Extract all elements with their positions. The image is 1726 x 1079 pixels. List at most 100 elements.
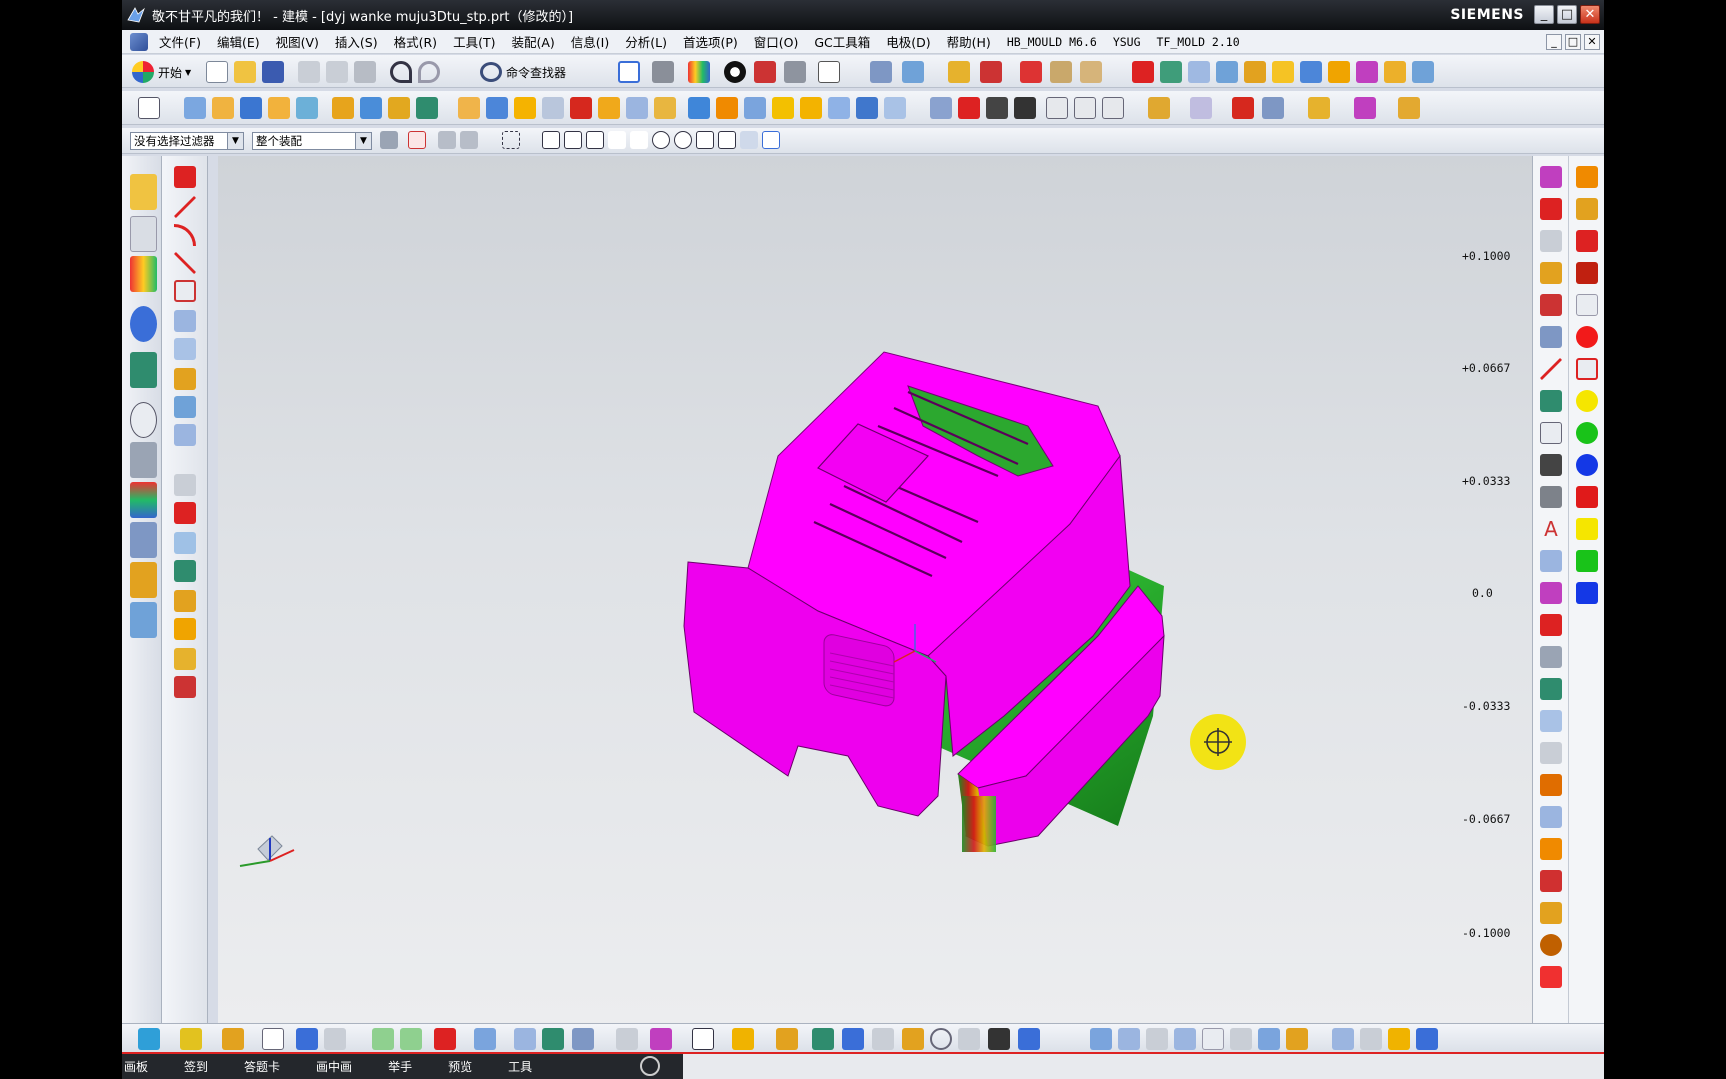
- menu-tools[interactable]: 工具(T): [446, 32, 504, 51]
- hd3d-tools-icon[interactable]: [130, 352, 157, 388]
- arc-icon[interactable]: [174, 224, 196, 246]
- boss-icon[interactable]: [296, 97, 318, 119]
- blue-circle-icon[interactable]: [1576, 454, 1598, 476]
- electrode-report-icon[interactable]: [1540, 294, 1562, 316]
- snap-endpoint-icon[interactable]: [542, 131, 560, 149]
- snap-toggle-icon[interactable]: [408, 131, 426, 149]
- taskbar-tools[interactable]: 工具: [508, 1058, 532, 1075]
- clone-icon[interactable]: [1398, 97, 1420, 119]
- blue-hexagon-icon[interactable]: [1576, 582, 1598, 604]
- standard-part-icon[interactable]: [1356, 61, 1378, 83]
- corner-icon[interactable]: [1102, 97, 1124, 119]
- constraint-navigator-icon[interactable]: [130, 216, 157, 252]
- move-face-icon[interactable]: [958, 97, 980, 119]
- taskbar-preview[interactable]: 预览: [448, 1058, 472, 1075]
- menu-edit[interactable]: 编辑(E): [210, 32, 269, 51]
- reuse-library-icon[interactable]: [130, 306, 157, 342]
- monitor-icon[interactable]: [1018, 1028, 1040, 1050]
- render-style-icon[interactable]: [652, 61, 674, 83]
- taskbar-checkin[interactable]: 签到: [184, 1058, 208, 1075]
- red-cube-icon[interactable]: [1576, 230, 1598, 252]
- redo-icon[interactable]: [418, 61, 440, 83]
- green-circle-icon[interactable]: [1576, 422, 1598, 444]
- display-icon[interactable]: [474, 1028, 496, 1050]
- snap-control-icon[interactable]: [586, 131, 604, 149]
- copy-icon[interactable]: [326, 61, 348, 83]
- component-icon[interactable]: [1190, 97, 1212, 119]
- extract-geometry-icon[interactable]: [174, 560, 196, 582]
- offset-face-icon[interactable]: [716, 97, 738, 119]
- command-finder-button[interactable]: 命令查找器: [480, 60, 566, 84]
- intersection-curve-icon[interactable]: [174, 532, 196, 554]
- mold-part-icon[interactable]: [1132, 61, 1154, 83]
- electrode-icon[interactable]: [1540, 198, 1562, 220]
- pull-face-icon[interactable]: [1014, 97, 1036, 119]
- export-icon[interactable]: [872, 1028, 894, 1050]
- color-palette-icon[interactable]: [688, 61, 710, 83]
- menu-preferences[interactable]: 首选项(P): [676, 32, 747, 51]
- surface-icon[interactable]: [1272, 61, 1294, 83]
- grid-select-icon[interactable]: [616, 1028, 638, 1050]
- select-options-icon[interactable]: [380, 131, 398, 149]
- menu-view[interactable]: 视图(V): [269, 32, 328, 51]
- groove-icon[interactable]: [416, 97, 438, 119]
- trim-body-icon[interactable]: [542, 97, 564, 119]
- n-sided-surface-icon[interactable]: [174, 396, 196, 418]
- taskbar-raise-hand[interactable]: 举手: [388, 1058, 412, 1075]
- view-icon[interactable]: [262, 1028, 284, 1050]
- cube-icon[interactable]: [1540, 966, 1562, 988]
- fit-view-icon[interactable]: [618, 61, 640, 83]
- doc-close-button[interactable]: ✕: [1584, 34, 1600, 50]
- sphere-icon[interactable]: [1540, 934, 1562, 956]
- surface-tool-4-icon[interactable]: [1174, 1028, 1196, 1050]
- minimize-button[interactable]: _: [1534, 5, 1554, 24]
- block-icon[interactable]: [1020, 61, 1042, 83]
- swept-icon[interactable]: [174, 368, 196, 390]
- manufacturing-wizard-icon[interactable]: [130, 522, 157, 558]
- menu-format[interactable]: 格式(R): [387, 32, 446, 51]
- add-component-icon[interactable]: [174, 590, 196, 612]
- surface-tool-7-icon[interactable]: [1258, 1028, 1280, 1050]
- menu-insert[interactable]: 插入(S): [328, 32, 387, 51]
- close-button[interactable]: ✕: [1580, 5, 1600, 24]
- maximize-button[interactable]: □: [1557, 5, 1577, 24]
- red-hexagon-icon[interactable]: [1576, 486, 1598, 508]
- hex-icon[interactable]: [1576, 262, 1598, 284]
- system-materials-icon[interactable]: [130, 442, 157, 478]
- measure-distance-icon[interactable]: [1050, 61, 1072, 83]
- yellow-cube-icon[interactable]: [1576, 518, 1598, 540]
- delete-icon[interactable]: [324, 1028, 346, 1050]
- intersect-icon[interactable]: [514, 97, 536, 119]
- runner-icon[interactable]: [1540, 902, 1562, 924]
- surface-tool-8-icon[interactable]: [1286, 1028, 1308, 1050]
- line-measure-icon[interactable]: [1540, 582, 1562, 604]
- plane-icon[interactable]: [1540, 550, 1562, 572]
- offset-curve-icon[interactable]: [174, 502, 196, 524]
- replace-face-icon[interactable]: [884, 97, 906, 119]
- snap-point-on-face-icon[interactable]: [718, 131, 736, 149]
- red-box-outline-icon[interactable]: [1576, 358, 1598, 380]
- body-icon[interactable]: [1540, 614, 1562, 636]
- new-file-icon[interactable]: [206, 61, 228, 83]
- surface-tool-6-icon[interactable]: [1230, 1028, 1252, 1050]
- printer-icon[interactable]: [842, 1028, 864, 1050]
- assembly-icon[interactable]: [1148, 97, 1170, 119]
- box-icon[interactable]: [240, 97, 262, 119]
- select-icon[interactable]: [980, 61, 1002, 83]
- surface-tool-12-icon[interactable]: [1416, 1028, 1438, 1050]
- save-icon[interactable]: [262, 61, 284, 83]
- face-analysis-icon[interactable]: [1540, 390, 1562, 412]
- core-cavity-icon[interactable]: [1300, 61, 1322, 83]
- menu-information[interactable]: 信息(I): [564, 32, 618, 51]
- pattern-icon[interactable]: [744, 97, 766, 119]
- mold-wizard-icon[interactable]: [1160, 61, 1182, 83]
- face-color-icon[interactable]: [1576, 198, 1598, 220]
- taskbar-picture-in-picture[interactable]: 画中画: [316, 1058, 352, 1075]
- menu-logo-icon[interactable]: [130, 32, 148, 51]
- menu-assembly[interactable]: 装配(A): [504, 32, 563, 51]
- surface-tool-11-icon[interactable]: [1388, 1028, 1410, 1050]
- roles-icon[interactable]: [130, 562, 157, 598]
- yellow-circle-icon[interactable]: [1576, 390, 1598, 412]
- surface-tool-9-icon[interactable]: [1332, 1028, 1354, 1050]
- wave-link-icon[interactable]: [1354, 97, 1376, 119]
